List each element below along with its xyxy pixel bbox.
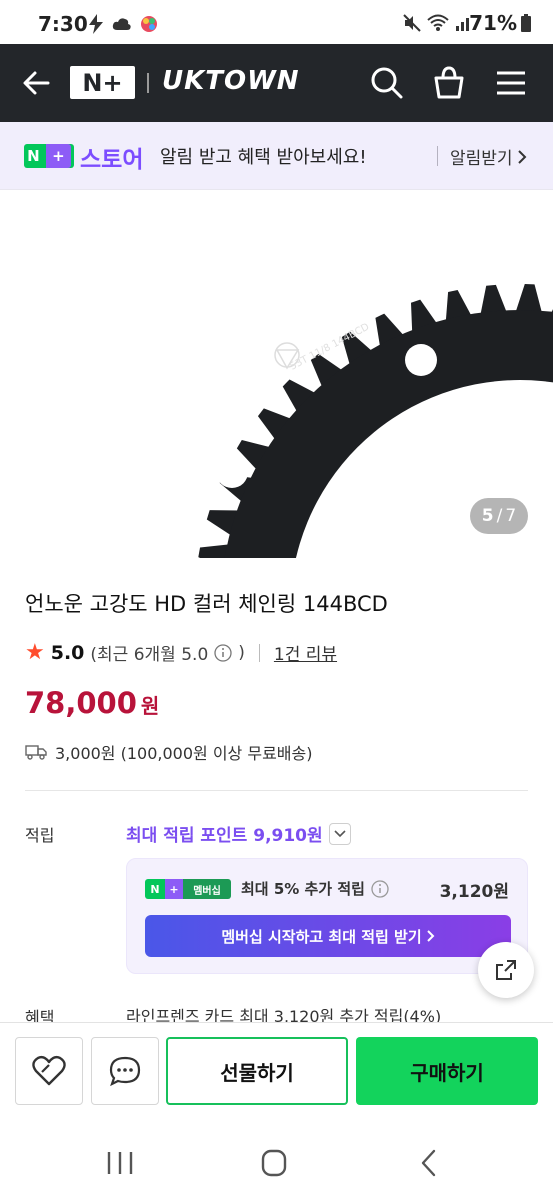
battery-percent: 71% [469, 11, 517, 35]
expand-button[interactable] [328, 822, 351, 845]
bolt-hole [405, 344, 437, 376]
membership-box: N + 멤버십 최대 5% 추가 적립 3,120원 멤버십 시작하고 최대 적… [126, 858, 528, 974]
status-time: 7:30 [38, 12, 88, 36]
chat-bubble-icon [109, 1056, 141, 1087]
points-label: 적립 [25, 826, 55, 845]
store-name: 스토어 [80, 147, 144, 173]
bolt-icon [89, 14, 103, 34]
home-button[interactable] [254, 1146, 294, 1180]
battery-indicator: 71% [469, 11, 531, 35]
store-badge-n: N [27, 147, 40, 165]
store-badge-plus: + [45, 144, 71, 168]
image-counter-total: 7 [505, 506, 517, 526]
image-counter: 5 / 7 [470, 498, 528, 534]
truck-icon [25, 745, 47, 760]
status-right-icons [403, 14, 473, 32]
status-bar: 7:30 71% [0, 0, 553, 44]
rating-score: 5.0 [50, 641, 85, 664]
logo-divider [147, 73, 149, 93]
nplus-logo[interactable]: N+ [70, 66, 135, 99]
gift-button-label: 선물하기 [220, 1060, 294, 1085]
membership-badge: N + 멤버십 [145, 879, 231, 899]
info-icon[interactable] [371, 879, 389, 898]
membership-cta-button[interactable]: 멤버십 시작하고 최대 적립 받기 [145, 915, 511, 957]
gift-button[interactable]: 선물하기 [166, 1037, 348, 1105]
shipping-row: 3,000원 (100,000원 이상 무료배송) [25, 740, 312, 764]
notice-message: 알림 받고 혜택 받아보세요! [160, 147, 367, 168]
cart-button[interactable] [430, 64, 468, 102]
product-image[interactable]: 53T 11/8 144BCD [0, 190, 553, 558]
share-icon [496, 960, 516, 980]
image-counter-current: 5 [481, 506, 494, 526]
membership-badge-text: 멤버십 [183, 879, 231, 899]
top-header: N+ UKTOWN [0, 44, 553, 122]
shipping-text: 3,000원 (100,000원 이상 무료배송) [55, 744, 313, 763]
info-icon[interactable] [214, 643, 232, 662]
search-button[interactable] [368, 64, 406, 102]
recent-apps-icon [107, 1152, 133, 1174]
product-title: 언노운 고강도 HD 컬러 체인링 144BCD [25, 592, 388, 616]
menu-button[interactable] [492, 64, 530, 102]
system-navigation-bar [0, 1126, 553, 1200]
wishlist-button[interactable] [15, 1037, 83, 1105]
menu-icon [497, 71, 525, 95]
talk-button[interactable] [91, 1037, 159, 1105]
home-icon [261, 1149, 287, 1177]
membership-badge-n: N [145, 879, 165, 899]
price-value: 78,000 [25, 686, 137, 720]
notification-subscribe-link[interactable]: 알림받기 [450, 144, 527, 169]
membership-extra: 최대 5% 추가 적립 [241, 878, 389, 899]
buy-button-label: 구매하기 [410, 1060, 484, 1085]
chevron-down-icon [334, 829, 346, 837]
chainring-image: 53T 11/8 144BCD [198, 284, 553, 558]
bolt-hole [216, 456, 248, 488]
cart-icon [434, 66, 464, 99]
max-points-text: 최대 적립 포인트 9,910원 [126, 826, 323, 846]
info-divider [25, 790, 528, 791]
price-unit: 원 [140, 694, 160, 718]
back-arrow-icon [23, 71, 50, 95]
recent-rating-close: ) [238, 642, 245, 663]
notice-link-label: 알림받기 [450, 149, 513, 169]
battery-icon [521, 14, 531, 32]
back-chevron-icon [421, 1149, 436, 1177]
system-back-button[interactable] [410, 1146, 450, 1180]
nplus-logo-text: N+ [82, 68, 123, 97]
rating-row: ★ 5.0 (최근 6개월 5.0 ) 1건 리뷰 [25, 640, 337, 665]
notification-banner: N + 스토어 알림 받고 혜택 받아보세요! 알림받기 [0, 122, 553, 190]
chevron-right-icon [426, 930, 435, 942]
membership-badge-plus: + [165, 879, 183, 899]
membership-extra-text: 최대 5% 추가 적립 [241, 880, 365, 898]
image-counter-separator: / [496, 506, 503, 526]
buy-button[interactable]: 구매하기 [356, 1037, 538, 1105]
store-badge: N + [24, 144, 74, 168]
search-icon [371, 67, 403, 99]
price-row: 78,000 원 [25, 686, 159, 720]
membership-cta-label: 멤버십 시작하고 최대 적립 받기 [221, 927, 422, 946]
membership-extra-amount: 3,120원 [439, 882, 509, 902]
cloud-icon [112, 18, 131, 30]
rating-divider [258, 643, 260, 662]
chevron-right-icon [517, 149, 526, 164]
app-icon [141, 16, 157, 32]
bottom-action-bar: 선물하기 구매하기 [0, 1022, 553, 1126]
recent-apps-button[interactable] [100, 1148, 140, 1178]
share-button[interactable] [478, 942, 534, 998]
mute-icon [403, 14, 421, 32]
max-points-toggle[interactable]: 최대 적립 포인트 9,910원 [126, 821, 351, 846]
review-count-link[interactable]: 1건 리뷰 [274, 640, 337, 665]
heart-icon [32, 1055, 66, 1086]
recent-rating: (최근 6개월 5.0 [90, 645, 209, 665]
star-icon: ★ [25, 640, 45, 665]
status-left-icons [88, 14, 158, 34]
wifi-icon [427, 14, 449, 31]
notice-divider [437, 146, 438, 166]
brand-logo[interactable]: UKTOWN [162, 66, 300, 96]
back-button[interactable] [18, 64, 56, 102]
